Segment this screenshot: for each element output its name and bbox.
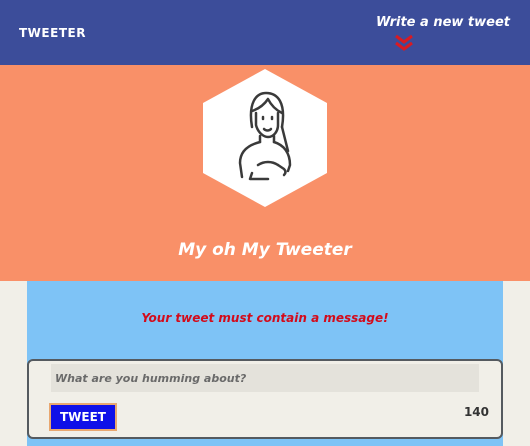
tweet-input[interactable] <box>51 364 479 392</box>
app-logo[interactable]: TWEETER <box>19 26 86 40</box>
top-nav: TWEETER Write a new tweet <box>0 0 530 65</box>
write-new-tweet-link[interactable]: Write a new tweet <box>376 15 510 30</box>
compose-section: Your tweet must contain a message! TWEET… <box>27 281 503 446</box>
profile-header: My oh My Tweeter <box>0 65 530 281</box>
character-counter: 140 <box>463 405 489 419</box>
avatar <box>203 69 327 207</box>
tweet-form: TWEET 140 <box>27 359 503 439</box>
tweet-button[interactable]: TWEET <box>49 403 117 431</box>
profile-name: My oh My Tweeter <box>178 240 352 260</box>
error-message: Your tweet must contain a message! <box>141 311 389 325</box>
double-chevron-down-icon[interactable] <box>394 34 414 52</box>
